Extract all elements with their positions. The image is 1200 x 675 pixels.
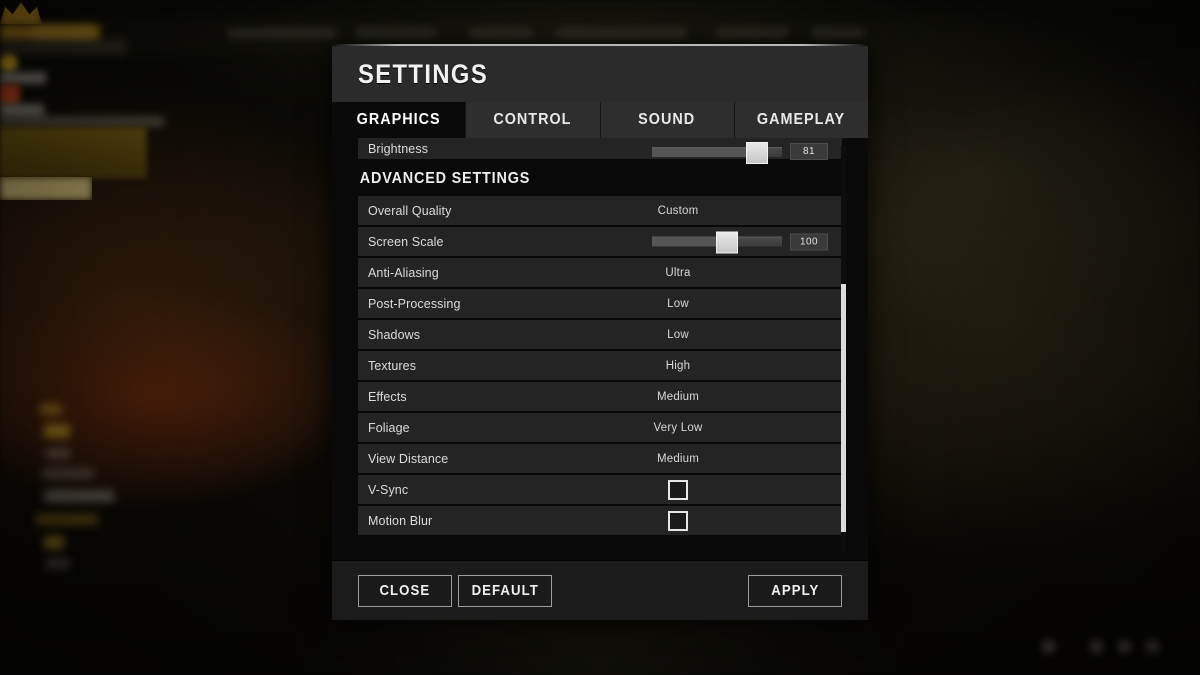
settings-scrollbar[interactable] xyxy=(841,146,846,552)
setting-row-post-processing[interactable]: Post-Processing Low xyxy=(358,289,842,318)
settings-scrollbar-thumb[interactable] xyxy=(841,284,846,532)
setting-value-textures: High xyxy=(665,359,691,372)
v-sync-checkbox[interactable] xyxy=(668,479,688,500)
default-button[interactable]: DEFAULT xyxy=(458,574,552,607)
tab-gameplay-label: GAMEPLAY xyxy=(757,111,846,128)
setting-row-motion-blur[interactable]: Motion Blur xyxy=(358,506,842,535)
setting-value-effects: Medium xyxy=(656,390,700,403)
setting-row-foliage[interactable]: Foliage Very Low xyxy=(358,413,842,442)
setting-value-view-distance: Medium xyxy=(656,452,700,465)
dialog-header: SETTINGS xyxy=(332,46,868,102)
setting-row-overall-quality[interactable]: Overall Quality Custom xyxy=(358,196,842,225)
setting-row-view-distance[interactable]: View Distance Medium xyxy=(358,444,842,473)
settings-scroll-area[interactable]: Brightness 81 ADVANCED SETTINGS Overall … xyxy=(332,138,868,560)
setting-value-foliage: Very Low xyxy=(653,421,703,434)
setting-label-brightness: Brightness xyxy=(368,141,429,156)
setting-label-v-sync: V-Sync xyxy=(368,482,409,497)
setting-label-foliage: Foliage xyxy=(368,420,410,435)
dialog-footer: CLOSE DEFAULT APPLY xyxy=(332,560,868,620)
setting-label-overall-quality: Overall Quality xyxy=(368,203,452,218)
default-button-label: DEFAULT xyxy=(471,582,539,599)
close-button[interactable]: CLOSE xyxy=(358,574,452,607)
screen-scale-slider-track[interactable] xyxy=(652,231,782,254)
setting-value-anti-aliasing: Ultra xyxy=(665,266,691,279)
dialog-top-accent-line xyxy=(332,44,868,46)
page-title: SETTINGS xyxy=(358,58,489,89)
setting-value-overall-quality: Custom xyxy=(657,204,699,217)
brightness-value: 81 xyxy=(790,143,828,160)
setting-label-shadows: Shadows xyxy=(368,327,421,342)
tab-control[interactable]: CONTROL xyxy=(466,102,601,138)
setting-row-anti-aliasing[interactable]: Anti-Aliasing Ultra xyxy=(358,258,842,287)
tab-gameplay[interactable]: GAMEPLAY xyxy=(734,102,868,138)
setting-label-motion-blur: Motion Blur xyxy=(368,513,433,528)
section-title-advanced: ADVANCED SETTINGS xyxy=(359,170,531,187)
screen-scale-slider[interactable]: 100 xyxy=(652,231,828,254)
setting-row-effects[interactable]: Effects Medium xyxy=(358,382,842,411)
close-button-label: CLOSE xyxy=(379,582,431,599)
setting-value-post-processing: Low xyxy=(667,297,689,310)
setting-row-shadows[interactable]: Shadows Low xyxy=(358,320,842,349)
apply-button[interactable]: APPLY xyxy=(748,574,842,607)
tab-control-label: CONTROL xyxy=(493,111,572,128)
setting-label-screen-scale: Screen Scale xyxy=(368,234,444,249)
setting-label-view-distance: View Distance xyxy=(368,451,449,466)
setting-label-textures: Textures xyxy=(368,358,417,373)
tab-graphics[interactable]: GRAPHICS xyxy=(332,102,467,138)
setting-row-screen-scale[interactable]: Screen Scale 100 xyxy=(358,227,842,256)
setting-value-shadows: Low xyxy=(667,328,689,341)
setting-label-anti-aliasing: Anti-Aliasing xyxy=(368,265,439,280)
setting-label-effects: Effects xyxy=(368,389,407,404)
motion-blur-checkbox[interactable] xyxy=(668,510,688,531)
tab-sound-label: SOUND xyxy=(638,111,696,128)
brightness-slider-fill xyxy=(652,147,758,157)
tab-sound[interactable]: SOUND xyxy=(600,102,735,138)
screen-scale-value: 100 xyxy=(790,233,828,250)
setting-row-textures[interactable]: Textures High xyxy=(358,351,842,380)
brightness-slider-track[interactable] xyxy=(652,141,782,164)
tab-graphics-label: GRAPHICS xyxy=(356,111,441,128)
setting-row-brightness[interactable]: Brightness 81 xyxy=(358,138,842,164)
setting-row-v-sync[interactable]: V-Sync xyxy=(358,475,842,504)
apply-button-label: APPLY xyxy=(770,582,820,599)
brightness-slider[interactable]: 81 xyxy=(652,141,828,164)
setting-label-post-processing: Post-Processing xyxy=(368,296,461,311)
settings-dialog: SETTINGS GRAPHICS CONTROL SOUND GAMEPLAY… xyxy=(332,44,868,620)
tab-bar: GRAPHICS CONTROL SOUND GAMEPLAY xyxy=(332,102,868,138)
screen-scale-slider-thumb[interactable] xyxy=(716,231,739,254)
